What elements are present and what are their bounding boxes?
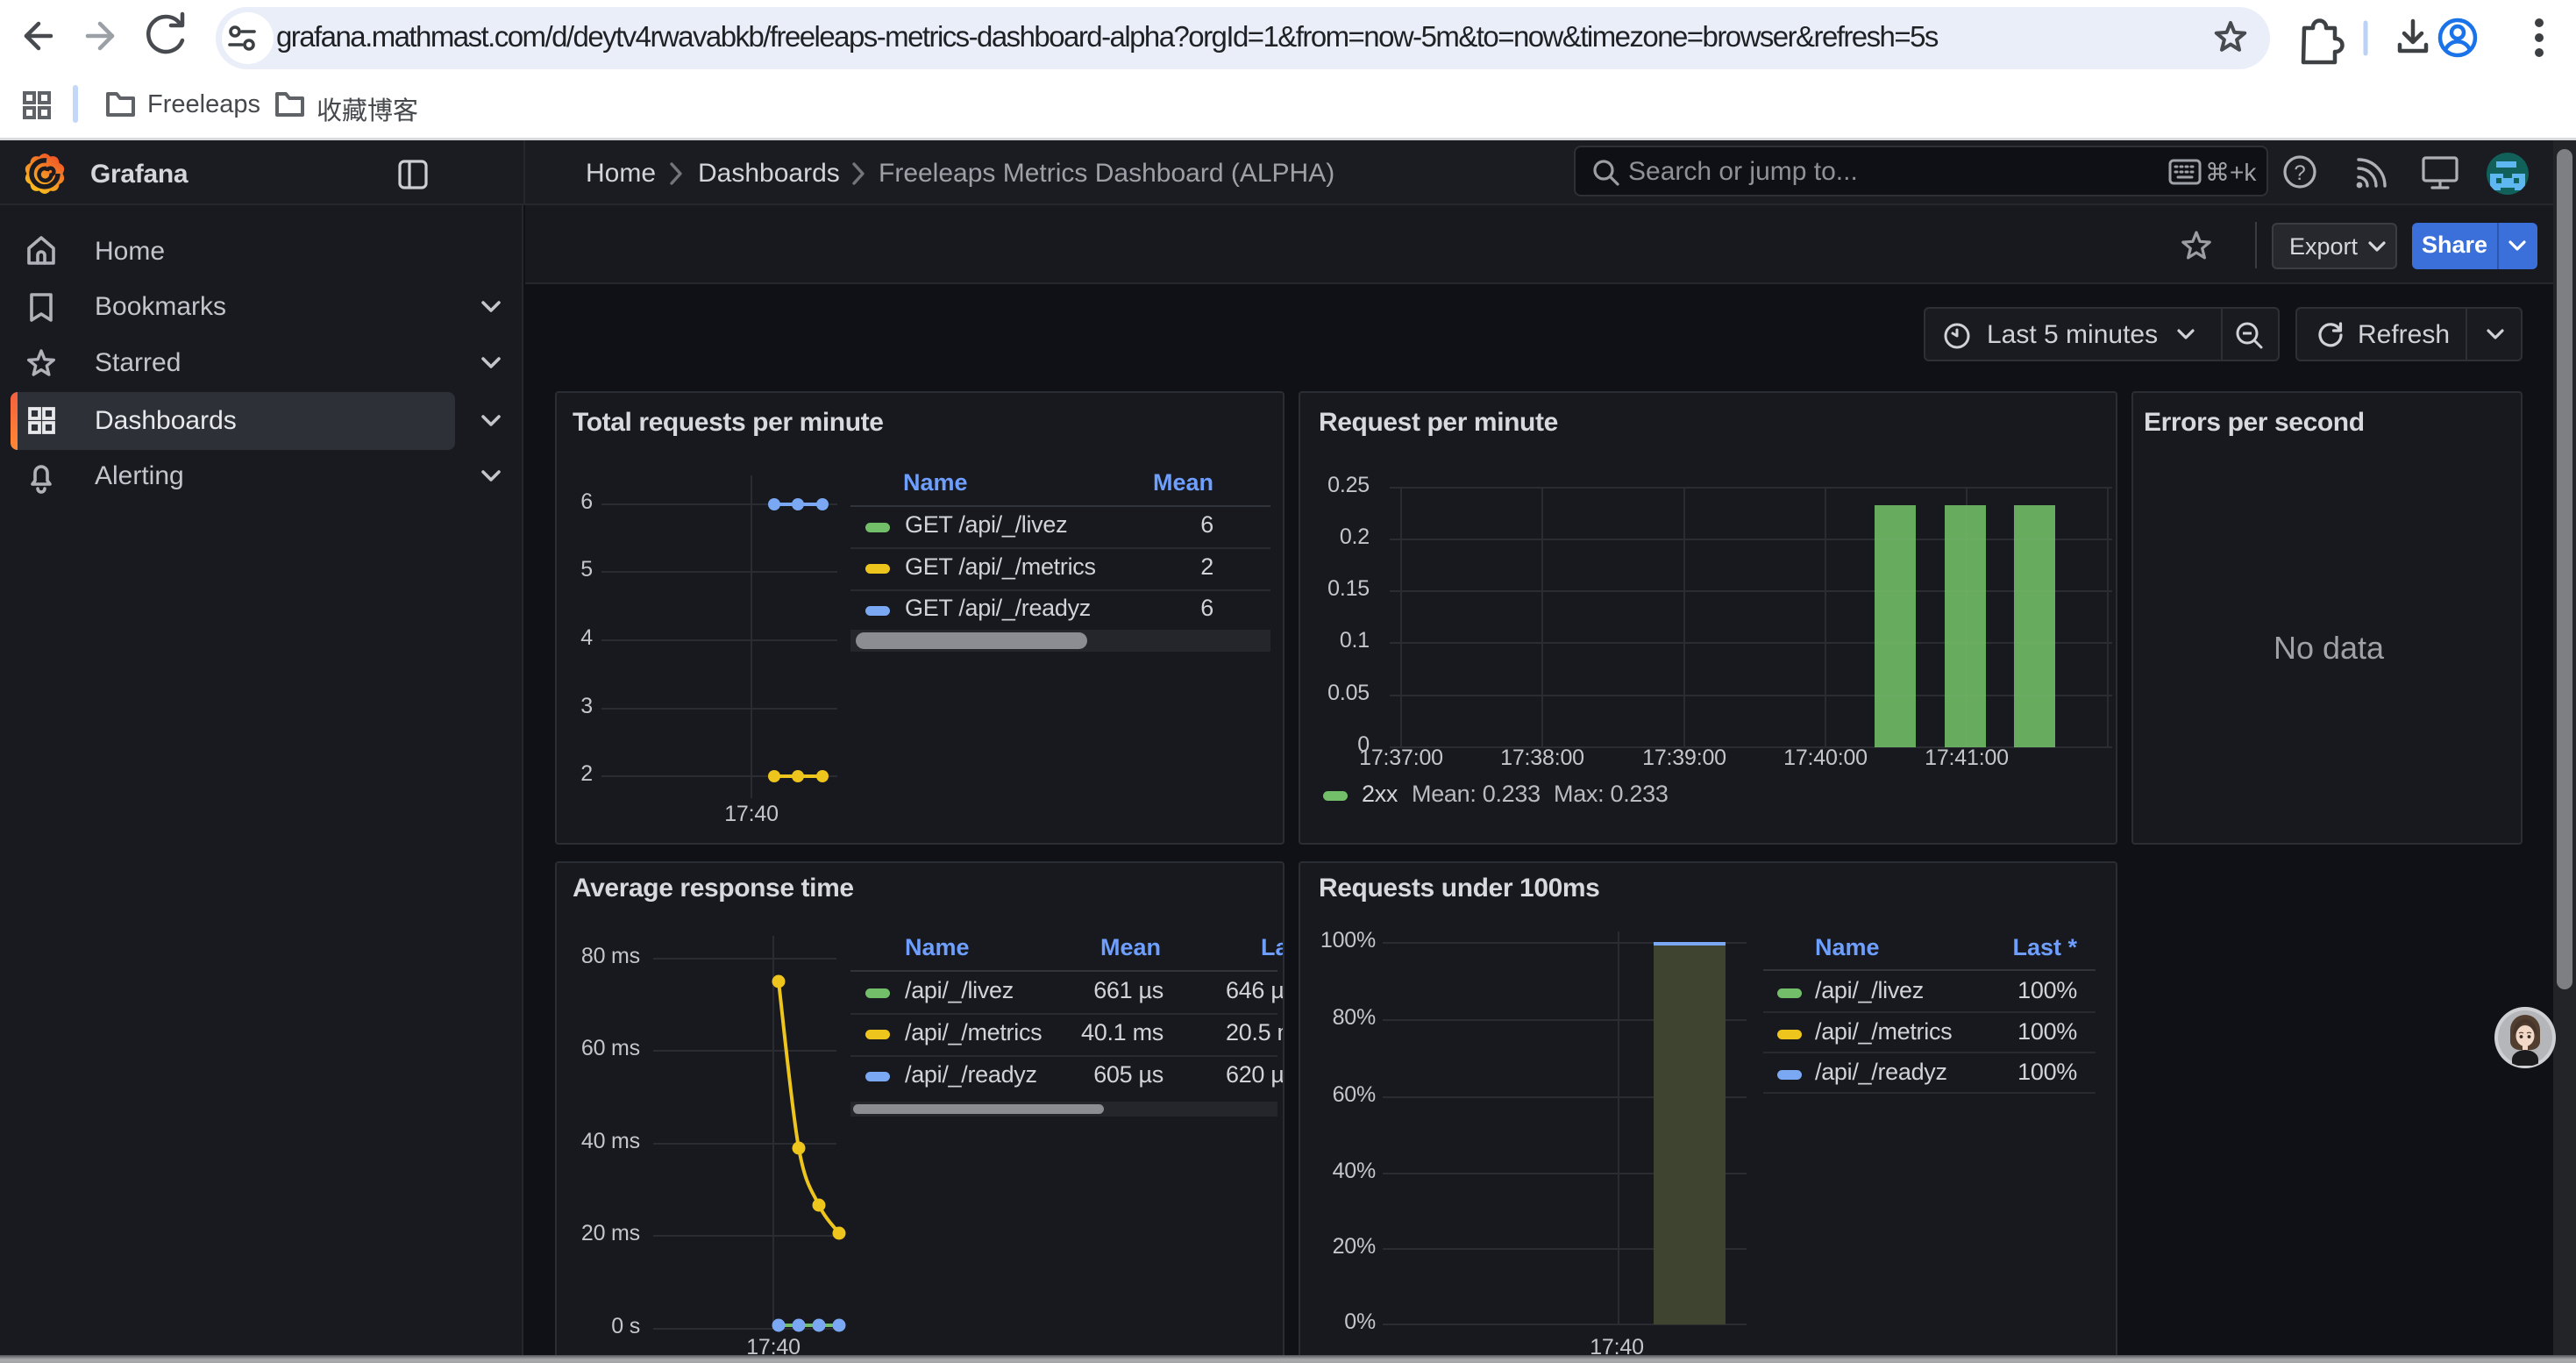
svg-text:?: ? bbox=[2294, 161, 2305, 185]
